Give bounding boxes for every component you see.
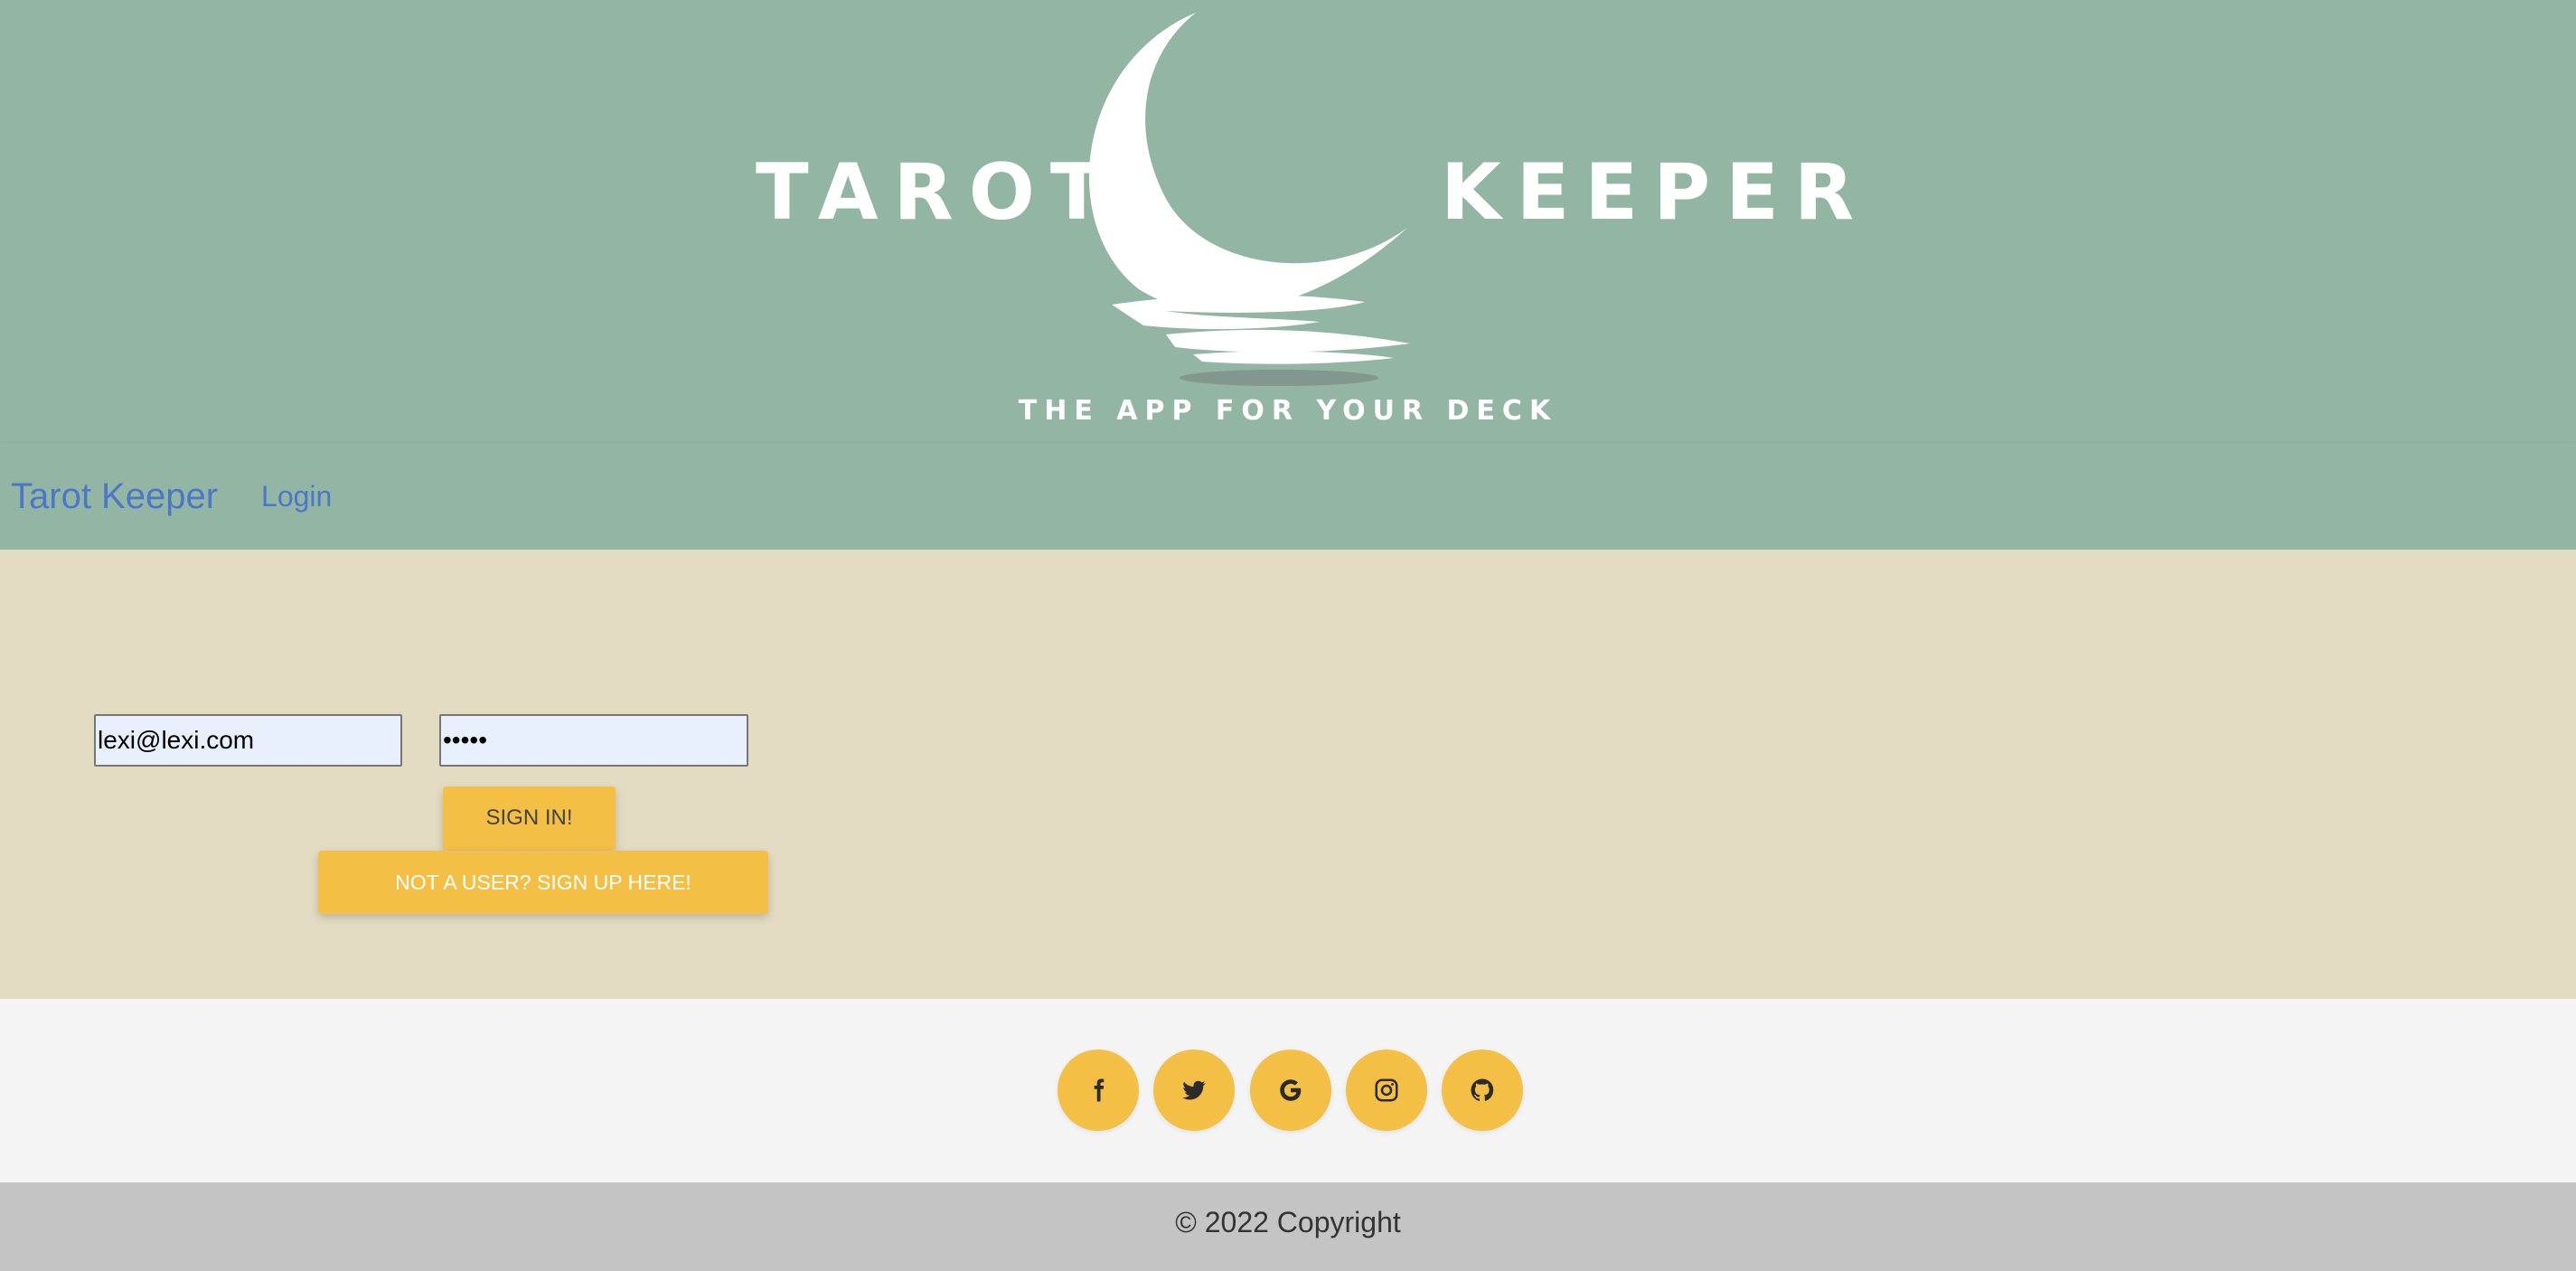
tarot-keeper-logo: TAROT KEEPER THE APP FOR YOUR DECK xyxy=(0,0,2576,443)
github-button[interactable] xyxy=(1442,1050,1523,1131)
facebook-button[interactable] xyxy=(1058,1050,1139,1131)
twitter-icon xyxy=(1182,1080,1206,1100)
footer: © 2022 Copyright xyxy=(0,1182,2576,1271)
header-banner: TAROT KEEPER THE APP FOR YOUR DECK xyxy=(0,0,2576,443)
crescent-moon-icon xyxy=(1088,13,1410,386)
nav-login-link[interactable]: Login xyxy=(261,480,332,513)
instagram-icon xyxy=(1375,1078,1398,1102)
facebook-icon xyxy=(1094,1078,1105,1102)
github-icon xyxy=(1471,1078,1494,1101)
navbar: Tarot Keeper Login xyxy=(0,443,2576,550)
password-field[interactable] xyxy=(439,714,748,767)
instagram-button[interactable] xyxy=(1346,1050,1427,1131)
logo-tagline: THE APP FOR YOUR DECK xyxy=(1018,395,1558,427)
social-links xyxy=(0,999,2576,1182)
logo-word-right: KEEPER xyxy=(1441,147,1870,238)
twitter-button[interactable] xyxy=(1153,1050,1235,1131)
nav-brand-link[interactable]: Tarot Keeper xyxy=(11,476,218,517)
google-icon xyxy=(1280,1079,1302,1101)
email-field[interactable] xyxy=(94,714,402,767)
google-button[interactable] xyxy=(1250,1050,1331,1131)
sign-up-button[interactable]: NOT A USER? SIGN UP HERE! xyxy=(318,851,768,914)
copyright-text: © 2022 Copyright xyxy=(1175,1205,1401,1238)
sign-in-button[interactable]: SIGN IN! xyxy=(443,786,616,850)
login-section: SIGN IN! NOT A USER? SIGN UP HERE! xyxy=(0,550,2576,999)
